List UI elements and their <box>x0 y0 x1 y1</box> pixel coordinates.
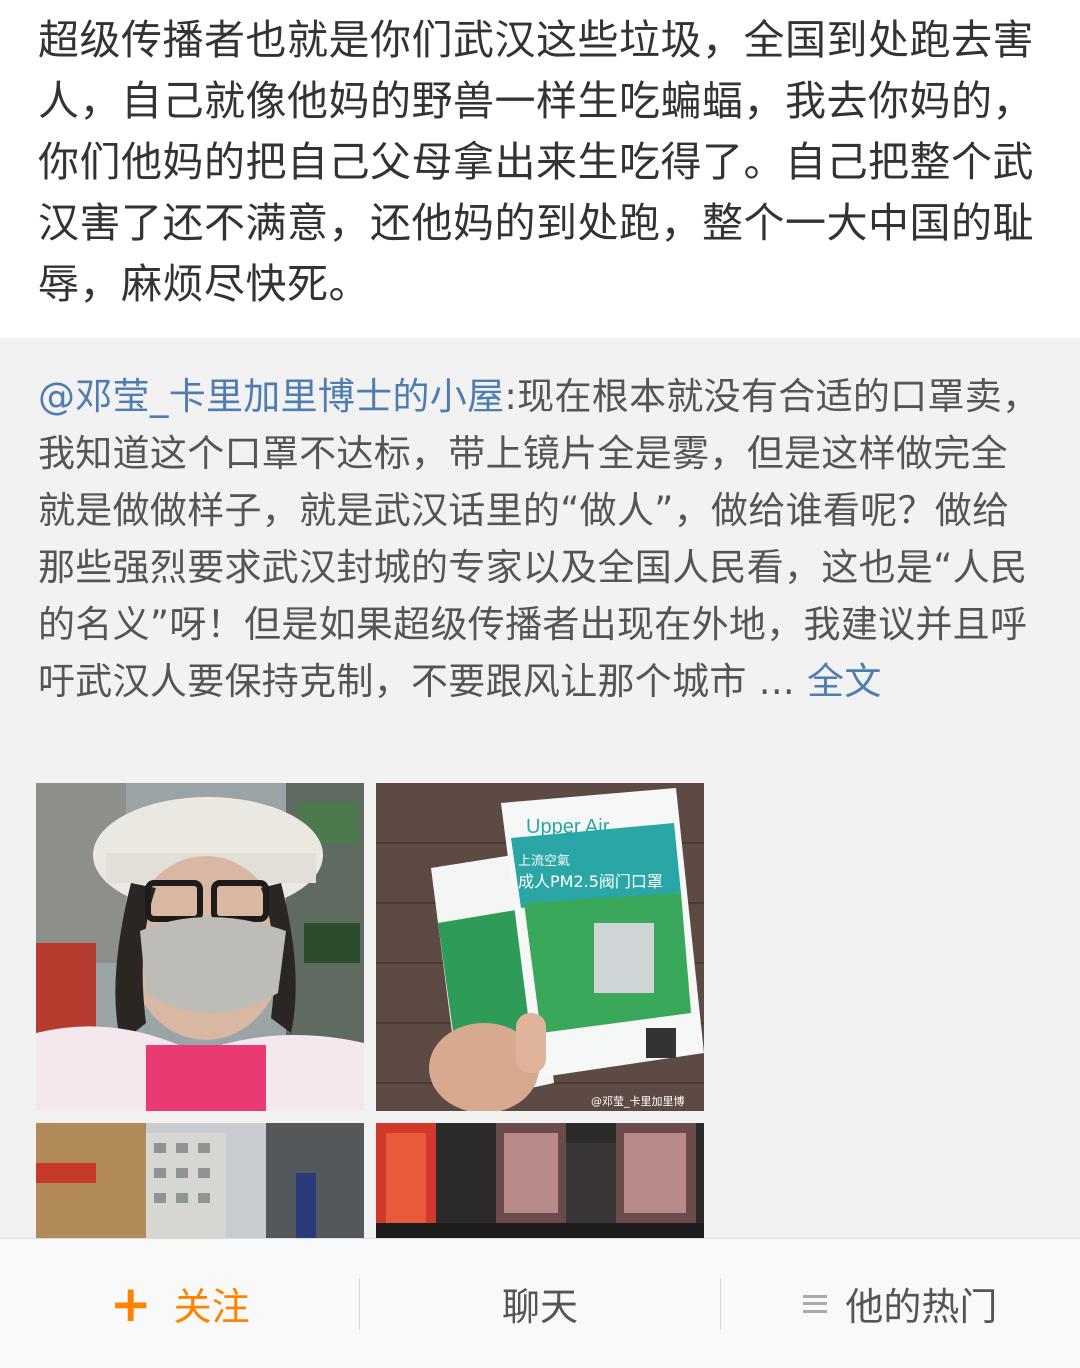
hot-posts-label: 他的热门 <box>845 1285 998 1329</box>
follow-label: 关注 <box>173 1285 250 1329</box>
chat-button[interactable]: 聊天 <box>360 1239 719 1368</box>
repost-image-1[interactable] <box>36 783 364 1111</box>
repost-text: :现在根本就没有合适的口罩卖，我知道这个口罩不达标，带上镜片全是雾，但是这样做完… <box>38 375 1040 703</box>
mask-package-photo: Upper Air 上流空氣 成人PM2.5阀门口罩 @邓莹_卡里加里博 <box>376 783 704 1111</box>
chat-label: 聊天 <box>501 1285 578 1329</box>
repost-author-mention[interactable]: @邓莹_卡里加里博士的小屋 <box>38 375 504 418</box>
repost-body: @邓莹_卡里加里博士的小屋:现在根本就没有合适的口罩卖，我知道这个口罩不达标，带… <box>38 368 1043 710</box>
hot-posts-button[interactable]: 他的热门 <box>721 1239 1080 1368</box>
plus-icon: + <box>109 1274 152 1333</box>
selfie-with-mask-photo <box>36 783 364 1111</box>
repost-image-2[interactable]: Upper Air 上流空氣 成人PM2.5阀门口罩 @邓莹_卡里加里博 <box>376 783 704 1111</box>
repost-card[interactable]: @邓莹_卡里加里博士的小屋:现在根本就没有合适的口罩卖，我知道这个口罩不达标，带… <box>0 338 1080 1238</box>
post-body: 超级传播者也就是你们武汉这些垃圾，全国到处跑去害人，自己就像他妈的野兽一样生吃蝙… <box>38 10 1038 315</box>
repost-image-4[interactable] <box>376 1123 704 1238</box>
post-text: 超级传播者也就是你们武汉这些垃圾，全国到处跑去害人，自己就像他妈的野兽一样生吃蝙… <box>38 16 1034 308</box>
street-buildings-photo <box>36 1123 364 1238</box>
menu-icon <box>803 1294 828 1313</box>
package-brand: Upper Air <box>526 816 610 838</box>
package-product: 成人PM2.5阀门口罩 <box>518 872 663 891</box>
repost-image-3[interactable] <box>36 1123 364 1238</box>
storefront-photo <box>376 1123 704 1238</box>
image-watermark: @邓莹_卡里加里博 <box>591 1095 685 1108</box>
package-brand-cn: 上流空氣 <box>518 854 570 869</box>
bottom-action-bar: + 关注 聊天 他的热门 <box>0 1238 1080 1368</box>
follow-button[interactable]: + 关注 <box>0 1239 359 1368</box>
full-text-link[interactable]: 全文 <box>807 660 882 703</box>
